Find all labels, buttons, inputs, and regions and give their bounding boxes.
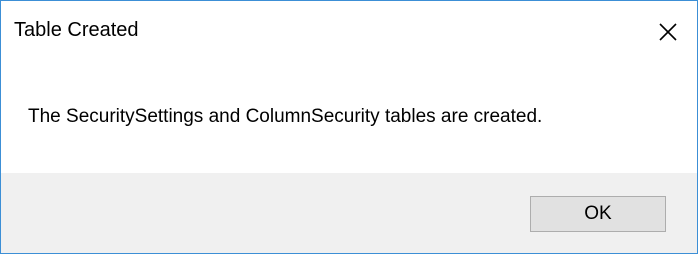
ok-button[interactable]: OK xyxy=(530,196,666,232)
dialog-title: Table Created xyxy=(14,19,139,41)
table-created-dialog: Table Created The SecuritySettings and C… xyxy=(0,0,698,254)
dialog-message: The SecuritySettings and ColumnSecurity … xyxy=(28,106,543,127)
dialog-content: The SecuritySettings and ColumnSecurity … xyxy=(1,63,697,173)
close-icon xyxy=(658,22,678,42)
dialog-footer: OK xyxy=(1,173,697,253)
title-bar: Table Created xyxy=(1,1,697,63)
close-button[interactable] xyxy=(639,1,697,63)
